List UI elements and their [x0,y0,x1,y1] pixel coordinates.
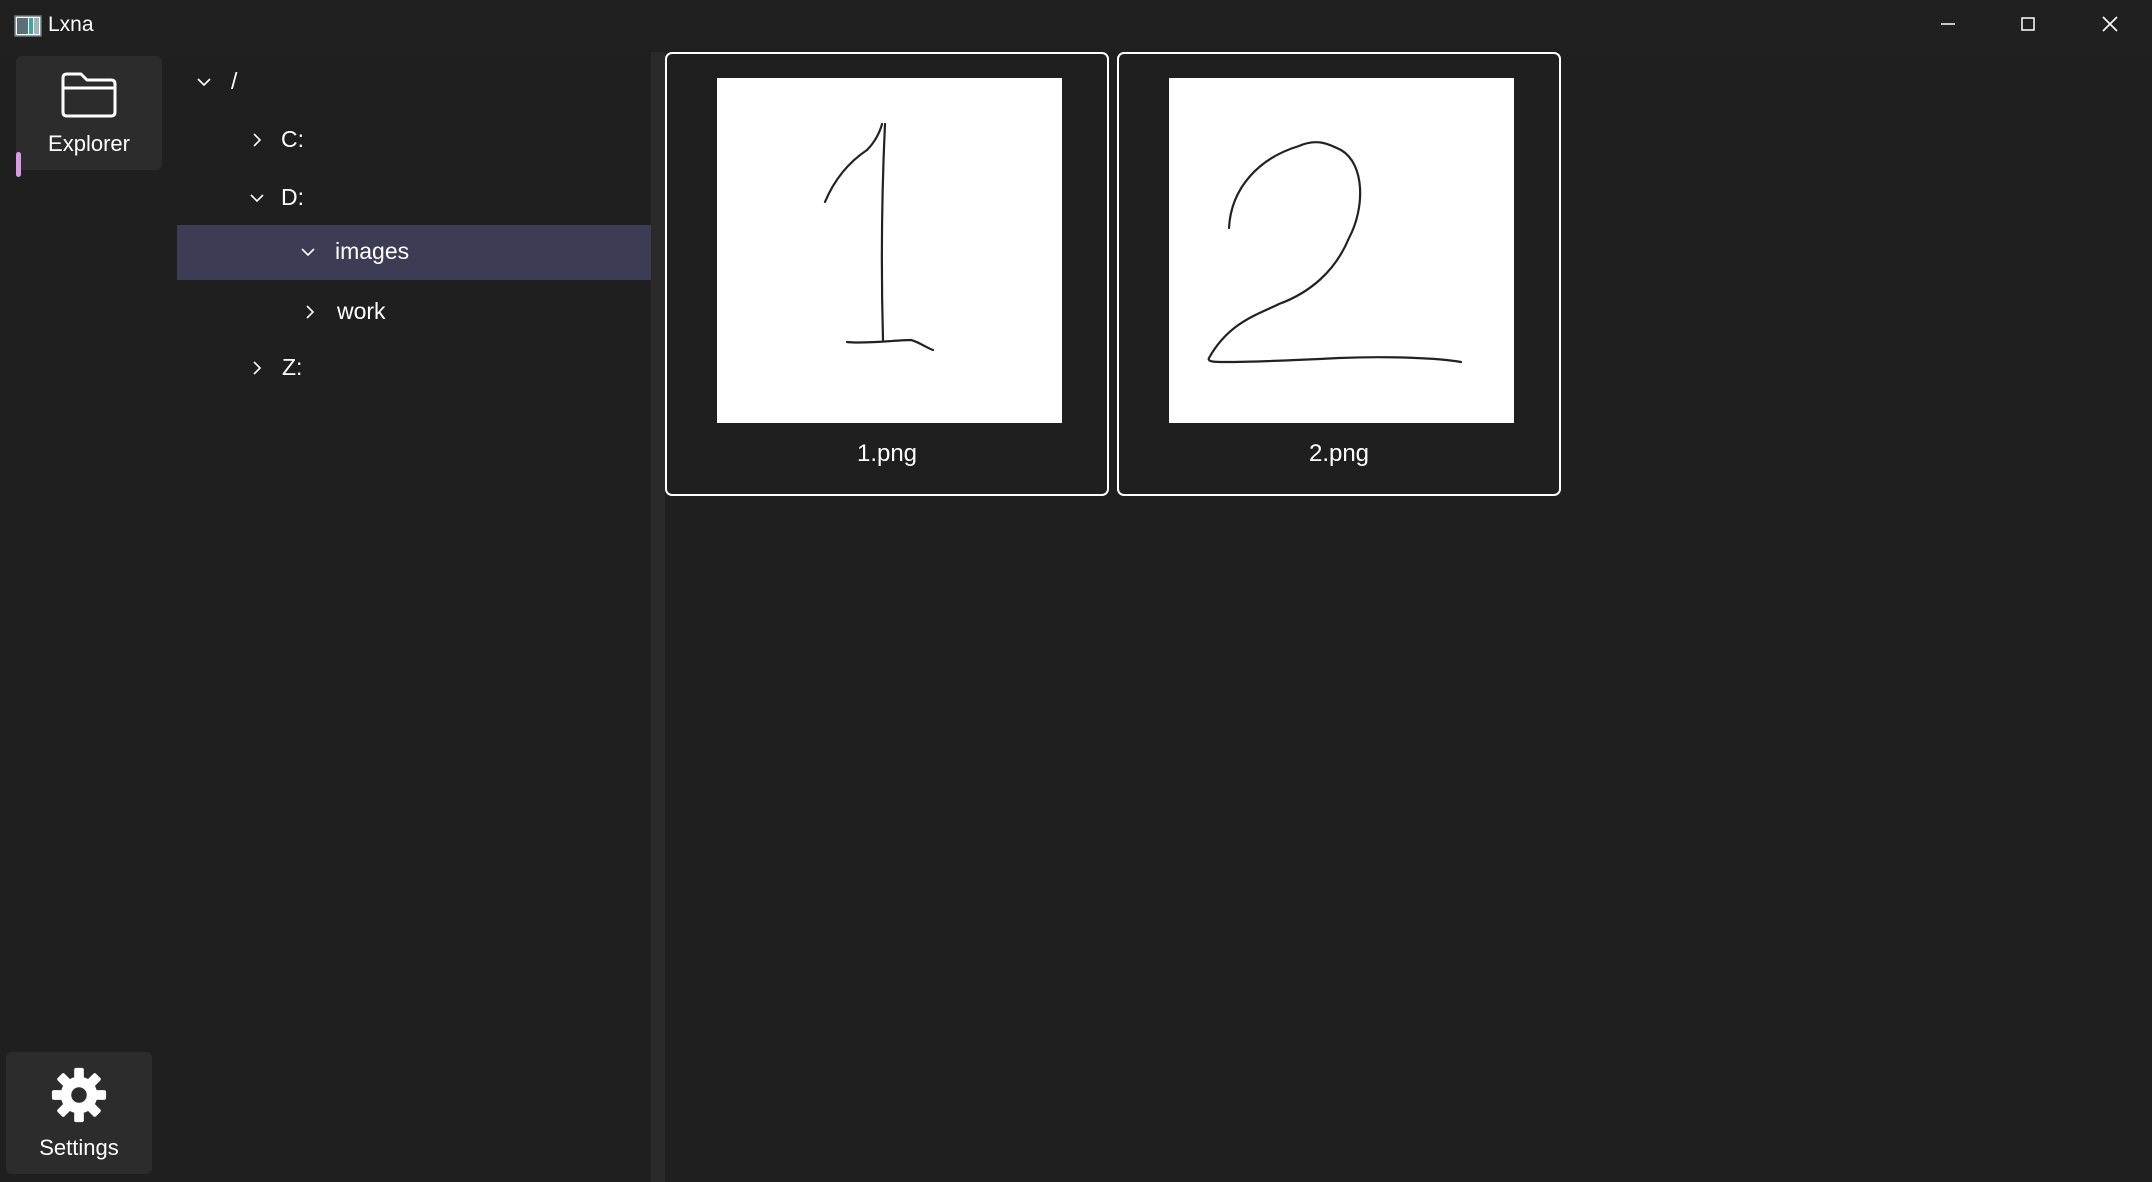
close-icon [2100,14,2120,39]
tree-item-work[interactable]: work [177,285,651,340]
chevron-right-icon[interactable] [247,358,267,378]
file-tile[interactable]: 2.png [1117,52,1561,496]
title-bar: Lxna [0,0,2152,52]
file-thumbnail [1169,78,1514,423]
gear-icon [50,1066,108,1129]
maximize-icon [2018,14,2038,39]
close-button[interactable] [2070,0,2150,52]
window-title: Lxna [48,13,94,36]
tree-item-label: D: [281,184,304,210]
app-logo-icon [14,15,42,37]
tree-item-label: C: [281,126,304,152]
chevron-right-icon[interactable] [247,130,267,150]
file-tile[interactable]: 1.png [665,52,1109,496]
minimize-icon [1938,14,1958,39]
nav-settings-label: Settings [39,1134,119,1160]
tree-item-label: images [335,238,410,264]
tree-item-label: Z: [282,354,303,380]
minimize-button[interactable] [1908,0,1988,52]
nav-explorer-label: Explorer [48,130,130,156]
maximize-button[interactable] [1988,0,2068,52]
chevron-down-icon[interactable] [298,242,318,262]
tree-item-label: work [337,298,386,324]
tree-item-root[interactable]: / [177,55,651,110]
chevron-down-icon[interactable] [247,188,267,208]
file-name: 1.png [856,440,918,467]
folder-tree: / C: D: images work Z: [177,52,651,1182]
chevron-down-icon[interactable] [194,72,214,92]
file-grid: 1.png 2.png [665,52,2152,1182]
navigation-rail: Explorer Settings [0,52,168,1182]
chevron-right-icon[interactable] [300,302,320,322]
nav-active-indicator [16,152,21,177]
nav-settings[interactable]: Settings [6,1052,152,1174]
nav-explorer[interactable]: Explorer [16,56,162,170]
tree-item-z-drive[interactable]: Z: [177,341,651,396]
pane-splitter[interactable] [651,52,665,1182]
folder-icon [59,70,119,125]
file-thumbnail [717,78,1062,423]
tree-item-c-drive[interactable]: C: [177,113,651,168]
tree-item-images[interactable]: images [177,225,651,280]
tree-item-label: / [231,68,238,94]
file-name: 2.png [1308,440,1370,467]
tree-item-d-drive[interactable]: D: [177,171,651,226]
